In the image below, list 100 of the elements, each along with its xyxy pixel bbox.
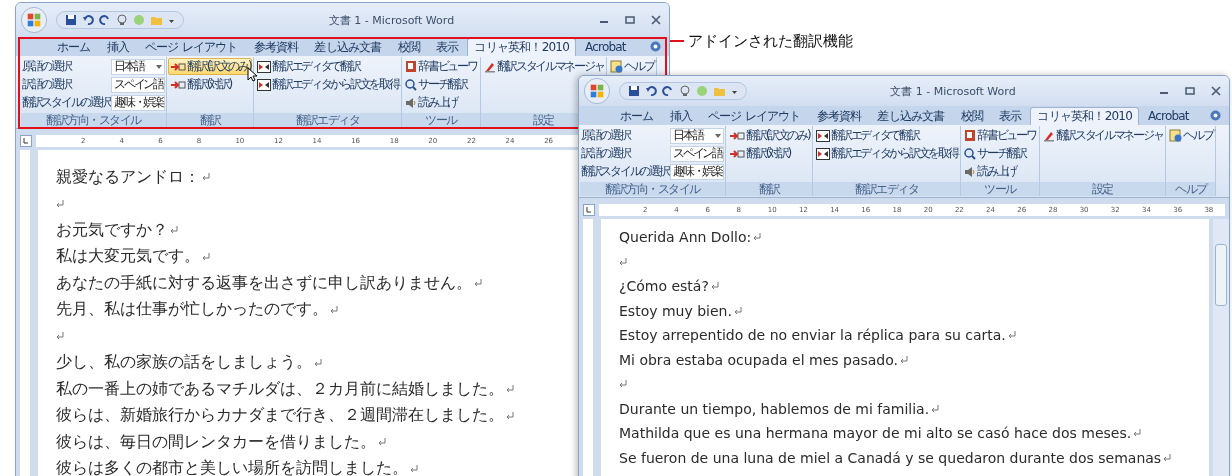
selector-label: 原語の選択	[22, 58, 71, 75]
ribbon-button[interactable]: サーチ翻訳	[962, 145, 1028, 162]
ribbon-tab[interactable]: 挿入	[662, 107, 699, 125]
ribbon-button[interactable]: 翻訳(対訳)	[727, 145, 792, 162]
vertical-scrollbar[interactable]	[1213, 219, 1229, 476]
document-text: ¿Cómo está?	[619, 278, 709, 295]
paragraph-mark-icon	[56, 199, 64, 208]
paragraph-mark-icon	[202, 173, 210, 182]
ribbon-tab[interactable]: 挿入	[99, 38, 136, 56]
editor-window-icon	[257, 78, 272, 91]
ribbon-button[interactable]: 翻訳エディタで翻訳	[255, 58, 362, 75]
close-icon[interactable]	[1211, 86, 1221, 96]
ribbon-button[interactable]: ヘルプ	[608, 58, 656, 75]
selector-label: 翻訳スタイルの選択	[581, 163, 669, 180]
undo-icon[interactable]	[645, 85, 657, 97]
speaker-icon	[405, 96, 418, 109]
ribbon-button[interactable]: 辞書ビューワ	[962, 127, 1038, 144]
ribbon-tab[interactable]: 校閲	[953, 107, 991, 125]
window-title: 文書 1 - Microsoft Word	[889, 83, 1017, 99]
document-text: 私は大変元気です。	[56, 246, 200, 268]
callout-label: アドインされた翻訳機能	[688, 32, 853, 51]
arrow-box-icon	[170, 61, 187, 72]
ribbon-tab[interactable]: 参考資料	[246, 38, 306, 56]
dropdown-field[interactable]: スペイン語	[111, 76, 166, 93]
tab-selector-icon[interactable]	[20, 135, 32, 147]
dropdown-field[interactable]: スペイン語	[670, 145, 725, 162]
caret-icon	[156, 64, 163, 69]
save-icon[interactable]	[65, 14, 77, 26]
paragraph-mark-icon	[330, 305, 338, 314]
redo-icon[interactable]	[99, 14, 111, 26]
ribbon-tab[interactable]: 表示	[429, 38, 466, 56]
lightbulb-icon[interactable]	[679, 85, 691, 97]
ribbon-button[interactable]: 翻訳スタイルマネージャ	[481, 58, 606, 75]
document-text: Se fueron de una luna de miel a Canadá y se quedaron durante dos semanas	[619, 449, 1162, 466]
redo-icon[interactable]	[662, 85, 674, 97]
tab-selector-icon[interactable]	[583, 204, 595, 216]
document-text: 少し、私の家族の話をしましょう。	[56, 352, 312, 374]
paragraph-mark-icon	[619, 380, 627, 389]
paragraph-mark-icon	[733, 306, 742, 315]
ribbon-button[interactable]: 翻訳(対訳)	[168, 76, 233, 93]
paragraph-mark-icon	[202, 252, 210, 261]
paragraph-mark-icon	[1007, 331, 1016, 340]
office-button[interactable]	[20, 6, 48, 34]
editor-window-icon	[816, 147, 831, 160]
paragraph-mark-icon	[378, 438, 386, 447]
group-label: 翻訳方向・スタイル	[21, 113, 167, 127]
dropdown-field[interactable]: 趣味・娯楽	[111, 94, 166, 111]
document-text: 先月、私は仕事が忙しかったのです。	[56, 299, 328, 321]
ribbon-tab[interactable]: 差し込み文書	[307, 38, 389, 56]
close-icon[interactable]	[651, 15, 661, 25]
group-label: 翻訳	[726, 182, 813, 196]
group-label: ツール	[961, 182, 1039, 196]
ribbon-button[interactable]: 翻訳エディタから訳文を取得	[255, 76, 401, 93]
ribbon-tab[interactable]: ページ レイアウト	[138, 38, 245, 56]
selector-label: 訳語の選択	[581, 145, 630, 162]
editor-window-icon	[816, 129, 831, 142]
dropdown-field[interactable]: 日本語	[670, 127, 725, 144]
ribbon-tab[interactable]: 差し込み文書	[870, 107, 952, 125]
office-button[interactable]	[583, 77, 611, 105]
ribbon-button[interactable]: ヘルプ	[1167, 127, 1215, 144]
ribbon-button[interactable]: サーチ翻訳	[403, 76, 469, 93]
group-label: ツール	[402, 113, 480, 127]
paragraph-mark-icon	[506, 385, 514, 394]
ribbon-button[interactable]: 翻訳(訳文のみ)	[727, 127, 812, 144]
ribbon-button[interactable]: 翻訳エディタから訳文を取得	[814, 145, 960, 162]
maximize-icon[interactable]	[625, 15, 635, 25]
document-text: 彼らは多くの都市と美しい場所を訪問しました。	[56, 458, 408, 476]
document-text: 彼らは、毎日の間レンタカーを借りました。	[56, 431, 376, 453]
ribbon-button[interactable]: 読み上げ	[403, 94, 460, 111]
lightbulb-icon[interactable]	[116, 14, 128, 26]
ribbon-tab[interactable]: ホーム	[50, 38, 98, 56]
maximize-icon[interactable]	[1185, 86, 1195, 96]
ribbon-tab[interactable]: Acrobat	[578, 38, 633, 56]
ribbon-button[interactable]: 読み上げ	[962, 163, 1019, 180]
ribbon-tab[interactable]: Acrobat	[1141, 107, 1196, 125]
arrow-box-icon	[729, 130, 746, 141]
search-icon	[405, 78, 418, 91]
dropdown-field[interactable]: 趣味・娯楽	[670, 163, 725, 180]
save-icon[interactable]	[628, 85, 640, 97]
document-text: あなたの手紙に対する返事を出さずに申し訳ありません。	[56, 272, 472, 294]
ribbon-button[interactable]: 翻訳スタイルマネージャ	[1040, 127, 1165, 144]
group-label: 翻訳エディタ	[254, 113, 402, 127]
ribbon-tab[interactable]: 参考資料	[809, 107, 869, 125]
ribbon-tab[interactable]: 校閲	[390, 38, 428, 56]
search-icon	[964, 147, 977, 160]
paragraph-mark-icon	[710, 282, 719, 291]
ribbon-button[interactable]: 翻訳エディタで翻訳	[814, 127, 921, 144]
brush-icon	[483, 60, 496, 73]
dropdown-field[interactable]: 日本語	[111, 58, 166, 75]
paragraph-mark-icon	[506, 411, 514, 420]
ribbon-tab[interactable]: コリャ英和！2010	[1030, 107, 1139, 125]
ribbon-tab[interactable]: 表示	[992, 107, 1029, 125]
ribbon-tab[interactable]: ホーム	[613, 107, 661, 125]
ribbon-tab[interactable]: ページ レイアウト	[701, 107, 808, 125]
undo-icon[interactable]	[82, 14, 94, 26]
document-text: Mi obra estaba ocupada el mes pasado.	[619, 351, 898, 368]
ribbon-button[interactable]: 辞書ビューワ	[403, 58, 479, 75]
document-text: Estoy arrepentido de no enviar la réplica para su carta.	[619, 327, 1006, 344]
paragraph-mark-icon	[619, 257, 627, 266]
document-text: 親愛なるアンドロ：	[56, 166, 200, 188]
